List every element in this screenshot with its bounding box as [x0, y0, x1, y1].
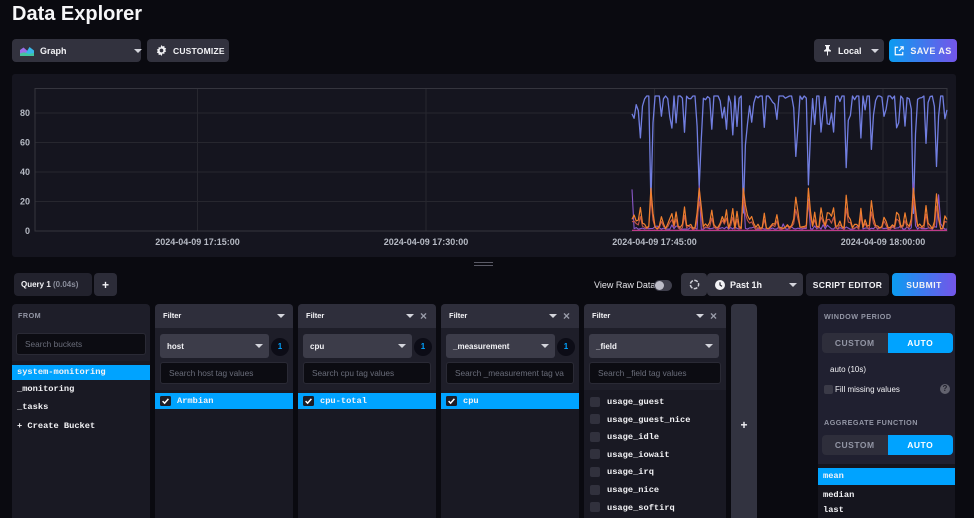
svg-text:80: 80	[20, 108, 30, 118]
svg-text:40: 40	[20, 167, 30, 177]
svg-text:20: 20	[20, 197, 30, 207]
svg-text:2024-04-09 17:45:00: 2024-04-09 17:45:00	[612, 237, 697, 247]
svg-text:2024-04-09 17:15:00: 2024-04-09 17:15:00	[155, 237, 240, 247]
svg-text:2024-04-09 17:30:00: 2024-04-09 17:30:00	[384, 237, 469, 247]
svg-text:0: 0	[25, 226, 30, 236]
svg-text:60: 60	[20, 138, 30, 148]
svg-text:2024-04-09 18:00:00: 2024-04-09 18:00:00	[841, 237, 926, 247]
